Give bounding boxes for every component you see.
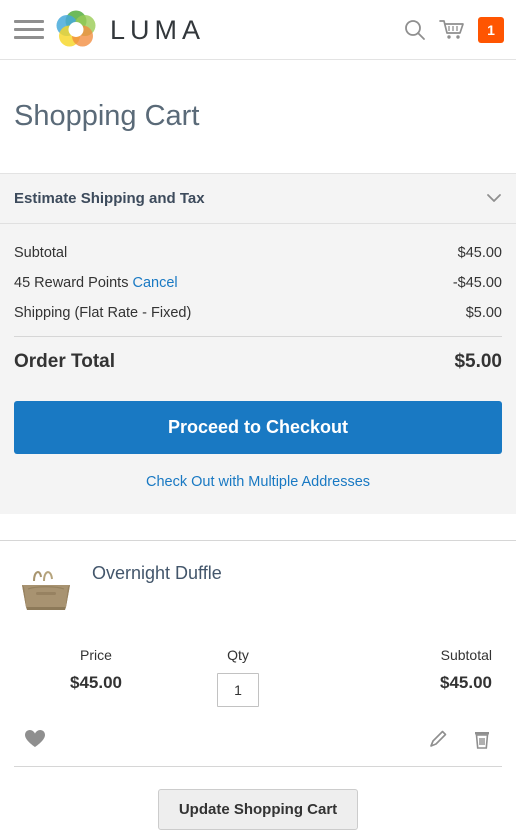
- trash-delete-icon[interactable]: [472, 729, 492, 750]
- hamburger-bar: [14, 36, 44, 39]
- update-shopping-cart-button[interactable]: Update Shopping Cart: [157, 788, 359, 830]
- page-title: Shopping Cart: [14, 100, 200, 133]
- product-thumbnail-duffle-bag[interactable]: [14, 558, 78, 623]
- total-value: $5.00: [465, 304, 502, 321]
- pencil-edit-icon[interactable]: [428, 729, 448, 749]
- search-icon[interactable]: [402, 17, 428, 43]
- total-value: $45.00: [457, 244, 502, 261]
- cart-item-header: Overnight Duffle: [14, 558, 502, 623]
- order-total-row: Order Total $5.00: [0, 337, 516, 373]
- price-value: $45.00: [70, 672, 122, 692]
- qty-input[interactable]: [217, 672, 259, 707]
- cancel-reward-points-link[interactable]: Cancel: [132, 275, 177, 291]
- search-glass-svg: [405, 19, 425, 40]
- cart-item-columns: Price $45.00 Qty Subtotal $45.00: [14, 647, 502, 707]
- chevron-down-icon[interactable]: [486, 193, 502, 203]
- heart-icon[interactable]: [24, 729, 46, 749]
- pencil-glyph-svg: [430, 730, 447, 748]
- cart-item-actions: [14, 707, 502, 767]
- trash-glyph-svg: [475, 731, 489, 749]
- item-edit-actions: [428, 729, 492, 750]
- total-value: -$45.00: [452, 274, 502, 291]
- estimate-shipping-and-tax-toggle[interactable]: Estimate Shipping and Tax: [0, 174, 516, 224]
- total-row-shipping: Shipping (Flat Rate - Fixed) $5.00: [14, 298, 502, 328]
- brand-name[interactable]: LUMA: [110, 15, 205, 44]
- price-label: Price: [80, 646, 112, 663]
- proceed-to-checkout-button[interactable]: Proceed to Checkout: [14, 400, 502, 454]
- hamburger-menu-icon[interactable]: [14, 18, 44, 42]
- cart-count-badge[interactable]: 1: [478, 16, 504, 43]
- heart-glyph-svg: [25, 730, 45, 748]
- cart-summary-panel: Estimate Shipping and Tax Subtotal $45.0…: [0, 172, 516, 514]
- luma-logo-svg: [56, 10, 96, 46]
- subtotal-label: Subtotal: [440, 646, 492, 663]
- duffle-bag-svg: [14, 558, 78, 623]
- hamburger-bar: [14, 28, 44, 31]
- total-label: 45 Reward Points Cancel: [14, 275, 178, 291]
- cart-items-section: Overnight Duffle Price $45.00 Qty Subtot…: [0, 513, 516, 767]
- shopping-cart-icon[interactable]: [438, 17, 466, 43]
- total-label: Subtotal: [14, 244, 68, 261]
- hamburger-bar: [14, 20, 44, 23]
- estimate-shipping-title: Estimate Shipping and Tax: [14, 189, 205, 207]
- total-label: Shipping (Flat Rate - Fixed): [14, 304, 192, 321]
- multi-address-wrap: Check Out with Multiple Addresses: [0, 454, 516, 490]
- product-name-link[interactable]: Overnight Duffle: [92, 559, 222, 584]
- check-out-multiple-addresses-link[interactable]: Check Out with Multiple Addresses: [146, 474, 370, 490]
- order-total-label: Order Total: [14, 350, 115, 372]
- header-actions: 1: [402, 0, 504, 59]
- luma-flower-logo[interactable]: [54, 8, 98, 52]
- subtotal-column: Subtotal $45.00: [300, 647, 500, 693]
- cart-footer-actions: Update Shopping Cart: [0, 767, 516, 830]
- checkout-actions: Proceed to Checkout: [0, 373, 516, 454]
- subtotal-value: $45.00: [440, 672, 492, 692]
- total-row-subtotal: Subtotal $45.00: [14, 238, 502, 268]
- cart-item-row: Overnight Duffle Price $45.00 Qty Subtot…: [0, 539, 516, 767]
- qty-column: Qty: [176, 647, 300, 707]
- totals-list: Subtotal $45.00 45 Reward Points Cancel …: [0, 224, 516, 337]
- price-column: Price $45.00: [16, 647, 176, 693]
- qty-label: Qty: [227, 646, 249, 663]
- cart-glyph-svg: [439, 19, 464, 39]
- order-total-value: $5.00: [454, 350, 502, 372]
- reward-points-text: 45 Reward Points: [14, 274, 129, 291]
- site-header: LUMA 1: [0, 0, 516, 60]
- total-row-reward-points: 45 Reward Points Cancel -$45.00: [14, 268, 502, 298]
